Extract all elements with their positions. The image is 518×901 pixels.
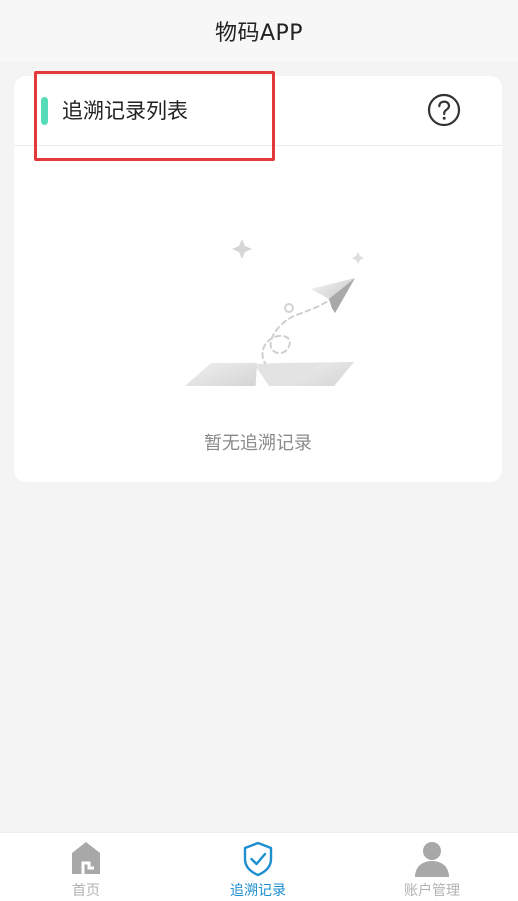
tab-home-label: 首页	[72, 883, 100, 899]
section-title: 追溯记录列表	[62, 99, 188, 123]
tab-home[interactable]: 首页	[0, 833, 172, 901]
card-header: 追溯记录列表	[14, 76, 502, 146]
home-icon	[72, 842, 100, 874]
tab-account-management[interactable]: 账户管理	[346, 833, 518, 901]
trace-records-card: 追溯记录列表 暂无追溯记录	[14, 76, 502, 482]
tab-trace-records[interactable]: 追溯记录	[172, 833, 344, 901]
question-circle-icon[interactable]	[427, 93, 461, 127]
app-title: 物码APP	[214, 21, 304, 46]
app-header: 物码APP	[0, 0, 518, 62]
user-icon	[415, 842, 449, 877]
tab-account-management-label: 账户管理	[404, 883, 460, 899]
section-accent-bar	[41, 97, 48, 125]
bottom-tab-bar: 首页 追溯记录 账户管理	[0, 832, 518, 901]
shield-check-icon	[243, 841, 273, 877]
empty-box-illustration	[184, 239, 364, 386]
tab-trace-records-label: 追溯记录	[230, 883, 286, 899]
empty-state-message: 暂无追溯记录	[204, 433, 312, 454]
